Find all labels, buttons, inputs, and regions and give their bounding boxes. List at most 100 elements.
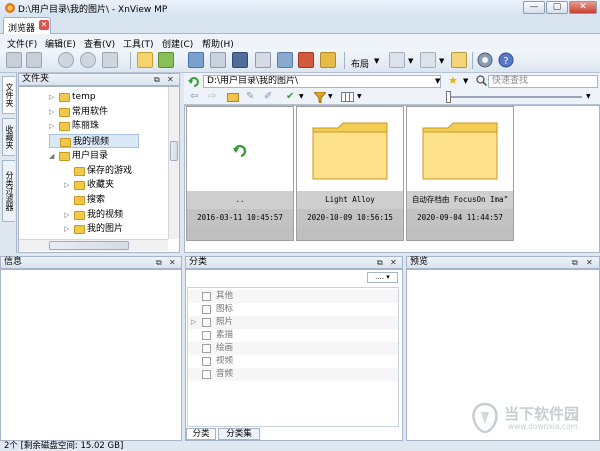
tree-item[interactable]: 我的视频 bbox=[49, 134, 139, 149]
category-item[interactable]: 视频 bbox=[188, 355, 398, 368]
tree-item[interactable]: ▷ 陈丽珠 bbox=[49, 119, 169, 133]
tree-hscroll-thumb[interactable] bbox=[49, 241, 129, 250]
category-checkbox[interactable] bbox=[202, 292, 211, 301]
expand-arrow-icon[interactable]: ▷ bbox=[49, 90, 54, 104]
close-panel-icon[interactable]: ✕ bbox=[167, 75, 174, 84]
edit-icon[interactable]: ✎ bbox=[246, 91, 254, 102]
quick-search-input[interactable]: 快速查找 bbox=[488, 75, 598, 88]
float-panel-icon[interactable]: ⧉ bbox=[572, 258, 578, 268]
path-input[interactable]: D:\用户目录\我的图片\ bbox=[203, 75, 441, 88]
category-list[interactable]: 其他 图标 ▷ 照片 素描 绘画 视频 音频 bbox=[187, 287, 399, 427]
close-panel-icon[interactable]: ✕ bbox=[586, 258, 593, 267]
expand-arrow-icon[interactable]: ▷ bbox=[49, 119, 54, 133]
close-panel-icon[interactable]: ✕ bbox=[390, 258, 397, 267]
category-item[interactable]: 绘画 bbox=[188, 342, 398, 355]
slideshow-icon[interactable] bbox=[26, 52, 42, 68]
tree-item[interactable]: ▷ 我的图片 bbox=[64, 222, 179, 236]
layout-button[interactable]: 布局 bbox=[351, 57, 369, 70]
category-item[interactable]: 音频 bbox=[188, 368, 398, 381]
view-mode-dropdown-icon[interactable]: ▼ bbox=[408, 57, 413, 65]
tree-item[interactable]: ▷ temp bbox=[49, 90, 169, 104]
forward-arrow-icon[interactable]: ⇨ bbox=[208, 91, 216, 102]
category-checkbox[interactable] bbox=[202, 331, 211, 340]
favorite-star-icon[interactable]: ★ bbox=[448, 74, 458, 87]
tree-item[interactable]: ▷ 常用软件 bbox=[49, 105, 169, 119]
maximize-button[interactable]: ▢ bbox=[546, 1, 568, 14]
refresh-icon[interactable] bbox=[187, 75, 200, 88]
tree-item[interactable]: ◢ 用户目录 bbox=[49, 149, 169, 163]
tree-scroll-thumb[interactable] bbox=[170, 141, 178, 161]
export-icon[interactable] bbox=[320, 52, 336, 68]
close-button[interactable]: ✕ bbox=[569, 1, 597, 14]
back-arrow-icon[interactable]: ⇦ bbox=[190, 91, 198, 102]
category-item[interactable]: 其他 bbox=[188, 290, 398, 303]
expand-arrow-icon[interactable]: ▷ bbox=[64, 178, 69, 192]
minimize-button[interactable]: — bbox=[523, 1, 545, 14]
folder-tree[interactable]: ▷ temp ▷ 常用软件 ▷ 陈丽珠 我的视频 ◢ 用户目录 保存的游戏 ▷ 收藏夹 搜索 ▷ 我的视频 ▷… bbox=[18, 86, 180, 253]
select-icon[interactable]: ✔ bbox=[286, 91, 294, 102]
tab-category-sets[interactable]: 分类集 bbox=[218, 428, 260, 440]
float-panel-icon[interactable]: ⧉ bbox=[377, 258, 383, 268]
tab-close-icon[interactable]: ✕ bbox=[39, 20, 49, 30]
batch-icon[interactable] bbox=[255, 52, 271, 68]
tab-category-filter[interactable]: 分类过滤器 bbox=[2, 160, 15, 222]
tree-vertical-scrollbar[interactable] bbox=[168, 87, 179, 239]
favorite-dropdown-icon[interactable]: ▼ bbox=[463, 77, 468, 85]
category-checkbox[interactable] bbox=[202, 318, 211, 327]
category-checkbox[interactable] bbox=[202, 305, 211, 314]
print-icon[interactable] bbox=[210, 52, 226, 68]
rename-icon[interactable]: ✐ bbox=[264, 91, 272, 102]
category-checkbox[interactable] bbox=[202, 357, 211, 366]
sort-icon[interactable] bbox=[420, 52, 436, 68]
zoom-slider-handle[interactable] bbox=[446, 91, 451, 103]
layout-dropdown-icon[interactable]: ▼ bbox=[374, 57, 379, 65]
find-icon[interactable] bbox=[188, 52, 204, 68]
tab-folders[interactable]: 文件夹 bbox=[2, 76, 15, 114]
convert-icon[interactable] bbox=[232, 52, 248, 68]
category-combo[interactable]: .... ▾ bbox=[367, 272, 398, 283]
expand-arrow-icon[interactable]: ▷ bbox=[191, 316, 196, 329]
expand-arrow-icon[interactable]: ▷ bbox=[64, 208, 69, 222]
tree-view-icon[interactable] bbox=[451, 52, 467, 68]
collapse-arrow-icon[interactable]: ◢ bbox=[49, 149, 54, 163]
thumbnail-item[interactable]: Light Alloy 2020-10-09 10:56:15 bbox=[296, 106, 404, 241]
resize-icon[interactable] bbox=[102, 52, 118, 68]
category-item[interactable]: 图标 bbox=[188, 303, 398, 316]
expand-arrow-icon[interactable]: ▷ bbox=[64, 222, 69, 236]
fullscreen-icon[interactable] bbox=[6, 52, 22, 68]
rotate-right-icon[interactable] bbox=[80, 52, 96, 68]
parent-folder-icon[interactable] bbox=[227, 93, 239, 102]
open-folder-icon[interactable] bbox=[137, 52, 153, 68]
tree-item[interactable]: ▷ 收藏夹 bbox=[64, 178, 179, 192]
float-panel-icon[interactable]: ⧉ bbox=[156, 258, 162, 268]
capture-icon[interactable] bbox=[277, 52, 293, 68]
category-checkbox[interactable] bbox=[202, 344, 211, 353]
tab-favorites[interactable]: 收藏夹 bbox=[2, 118, 15, 156]
category-item[interactable]: ▷ 照片 bbox=[188, 316, 398, 329]
zoom-dropdown-icon[interactable]: ▼ bbox=[586, 93, 591, 100]
tab-categories[interactable]: 分类 bbox=[186, 428, 216, 440]
thumbnail-item[interactable]: 自动存档由 FocusOn Ima" 2020-09-04 11:44:57 bbox=[406, 106, 514, 241]
sort-dropdown-icon[interactable]: ▼ bbox=[439, 57, 444, 65]
view-mode-icon[interactable] bbox=[389, 52, 405, 68]
filter-funnel-icon[interactable] bbox=[314, 92, 326, 103]
tree-item[interactable]: 保存的游戏 bbox=[64, 164, 179, 178]
thumbnail-size-icon[interactable] bbox=[341, 92, 354, 102]
tree-item[interactable]: 搜索 bbox=[64, 193, 179, 207]
copy-to-icon[interactable] bbox=[158, 52, 174, 68]
category-checkbox[interactable] bbox=[202, 370, 211, 379]
tree-item[interactable]: ▷ 我的视频 bbox=[64, 208, 179, 222]
wallpaper-icon[interactable] bbox=[298, 52, 314, 68]
select-dropdown-icon[interactable]: ▼ bbox=[299, 93, 304, 100]
path-dropdown-icon[interactable]: ▼ bbox=[435, 77, 440, 85]
zoom-slider-track[interactable] bbox=[446, 96, 582, 98]
tree-horizontal-scrollbar[interactable] bbox=[19, 239, 168, 251]
expand-arrow-icon[interactable]: ▷ bbox=[49, 105, 54, 119]
close-panel-icon[interactable]: ✕ bbox=[169, 258, 176, 267]
category-item[interactable]: 素描 bbox=[188, 329, 398, 342]
float-panel-icon[interactable]: ⧉ bbox=[154, 75, 160, 85]
help-icon[interactable]: ? bbox=[498, 52, 514, 68]
thumbnail-size-dropdown-icon[interactable]: ▼ bbox=[357, 93, 362, 100]
thumbnail-item[interactable]: .. 2016-03-11 10:45:57 bbox=[186, 106, 294, 241]
rotate-left-icon[interactable] bbox=[58, 52, 74, 68]
